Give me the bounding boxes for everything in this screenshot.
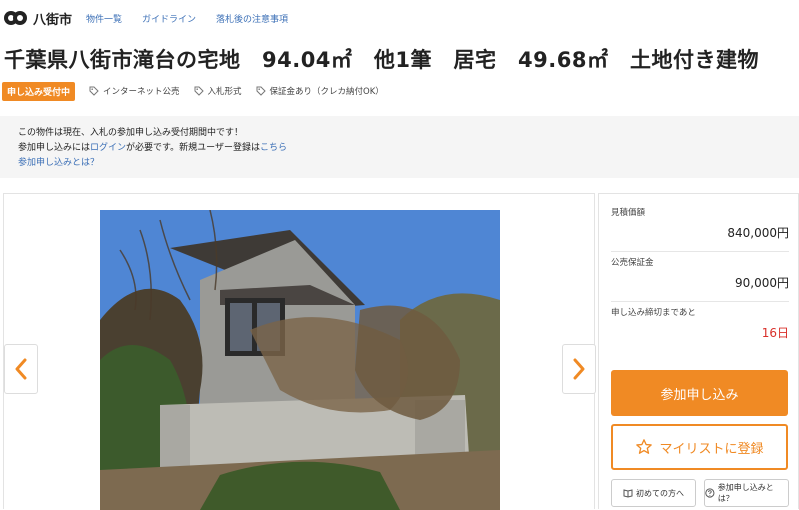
tag-bidding-format: 入札形式: [194, 85, 242, 97]
page-title: 千葉県八街市滝台の宅地 94.04㎡ 他1筆 居宅 49.68㎡ 土地付き建物: [4, 48, 759, 72]
deposit-value: 90,000円: [735, 276, 789, 290]
notice-text: 参加申し込みには: [18, 143, 91, 153]
help-buttons: 初めての方へ 参加申し込みとは？: [611, 479, 789, 507]
city-logo[interactable]: 八街市: [4, 9, 72, 28]
first-time-label: 初めての方へ: [636, 488, 684, 498]
status-badge: 申し込み受付中: [2, 81, 76, 101]
tag-icon: [256, 86, 266, 96]
deposit-block: 公売保証金 90,000円: [611, 256, 789, 302]
apply-button[interactable]: 参加申し込み: [611, 370, 788, 416]
prev-photo-button[interactable]: [4, 344, 38, 394]
chevron-right-icon: [573, 358, 585, 380]
logo-text: 八街市: [33, 12, 73, 28]
what-is-application-link[interactable]: 参加申し込みとは？: [18, 156, 799, 171]
chevron-left-icon: [15, 358, 27, 380]
deadline-value: 16日: [761, 326, 789, 340]
tag-internet-auction: インターネット公売: [89, 85, 180, 97]
tag-label: 入札形式: [207, 87, 242, 97]
notice-text: が必要です。新規ユーザー登録は: [126, 143, 260, 153]
photo-gallery: [3, 193, 596, 510]
first-time-button[interactable]: 初めての方へ: [611, 479, 696, 507]
tag-icon: [194, 86, 204, 96]
notice-line-1: この物件は現在、入札の参加申し込み受付期間中です！: [18, 128, 244, 138]
property-photo: [100, 210, 500, 510]
deadline-block: 申し込み締切まであと 16日: [611, 306, 789, 352]
deposit-label: 公売保証金: [611, 258, 654, 268]
nav-link-property-list[interactable]: 物件一覧: [86, 12, 122, 25]
top-nav: 八街市 物件一覧 ガイドライン 落札後の注意事項: [0, 0, 799, 36]
side-panel: 見積価額 840,000円 公売保証金 90,000円 申し込み締切まであと 1…: [598, 193, 799, 509]
deadline-label: 申し込み締切まであと: [611, 308, 696, 318]
nav-link-after-winning-notes[interactable]: 落札後の注意事項: [216, 12, 288, 25]
what-is-application-label: 参加申し込みとは？: [717, 483, 774, 503]
property-tags: 申し込み受付中 インターネット公売 入札形式 保証金あり（クレカ納付OK）: [2, 81, 384, 101]
tag-deposit: 保証金あり（クレカ納付OK）: [256, 85, 384, 97]
logo-mark-icon: [4, 11, 28, 25]
notice-line-2: 参加申し込みにはログインが必要です。新規ユーザー登録はこちら: [18, 141, 799, 156]
tag-label: インターネット公売: [103, 87, 180, 97]
login-link[interactable]: ログイン: [90, 143, 126, 153]
tag-label: 保証金あり（クレカ納付OK）: [269, 87, 384, 97]
question-icon: [705, 488, 715, 498]
estimate-price-label: 見積価額: [611, 208, 646, 218]
tag-icon: [89, 86, 99, 96]
what-is-application-button[interactable]: 参加申し込みとは？: [704, 479, 789, 507]
notice-box: この物件は現在、入札の参加申し込み受付期間中です！ 参加申し込みにはログインが必…: [0, 116, 799, 178]
book-icon: [623, 489, 633, 498]
star-outline-icon: [636, 439, 653, 454]
add-to-mylist-button[interactable]: マイリストに登録: [611, 424, 788, 470]
estimate-price-value: 840,000円: [727, 226, 789, 240]
nav-links: 物件一覧 ガイドライン 落札後の注意事項: [86, 12, 308, 25]
register-link[interactable]: こちら: [260, 143, 287, 153]
estimate-price-block: 見積価額 840,000円: [611, 206, 789, 252]
next-photo-button[interactable]: [562, 344, 596, 394]
mylist-label: マイリストに登録: [659, 441, 764, 457]
nav-link-guidelines[interactable]: ガイドライン: [142, 12, 196, 25]
